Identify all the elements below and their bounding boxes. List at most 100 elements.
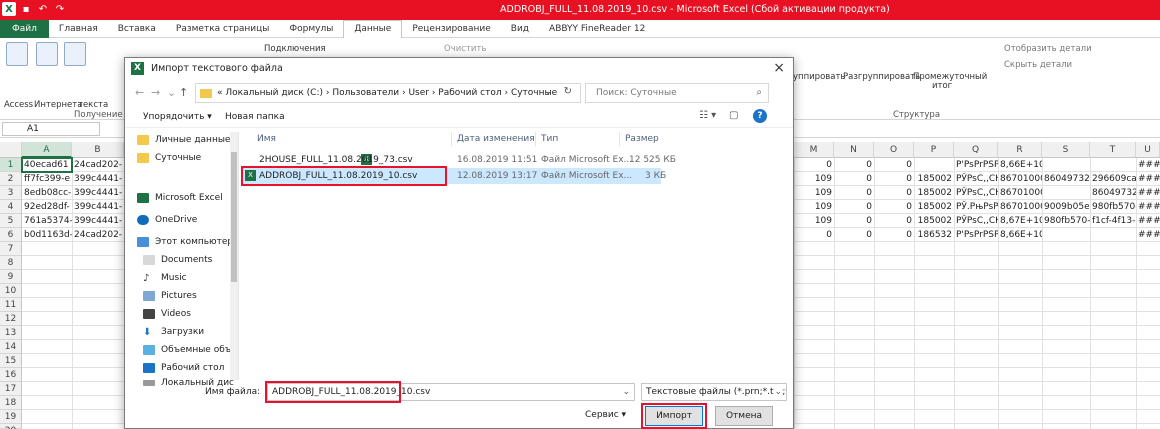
grid-cell[interactable]: 0 — [874, 172, 914, 186]
back-icon[interactable]: ← — [135, 86, 144, 99]
tools-button[interactable]: Сервис ▾ — [585, 410, 626, 420]
chevron-down-icon[interactable]: ⌄ — [544, 87, 552, 97]
grid-cell[interactable]: 980fb570- — [1042, 214, 1090, 228]
column-header-type[interactable]: Тип — [541, 134, 558, 144]
grid-cell[interactable] — [1042, 186, 1090, 200]
name-box[interactable]: A1 — [2, 122, 100, 136]
grid-cell[interactable]: 0 — [874, 158, 914, 172]
save-icon[interactable]: ▪ — [19, 2, 33, 16]
nav-item-sutochnye[interactable]: Суточные — [137, 150, 201, 166]
organize-button[interactable]: Упорядочить ▾ — [143, 112, 212, 122]
grid-cell[interactable]: 185002 — [914, 214, 954, 228]
nav-item-videos[interactable]: Videos — [143, 306, 191, 322]
text-file-icon[interactable] — [64, 42, 86, 66]
chevron-down-icon[interactable]: ⌄ — [167, 86, 176, 99]
grid-cell[interactable]: 185002 — [914, 186, 954, 200]
grid-cell[interactable]: PЎPsC,,CH — [954, 186, 998, 200]
cancel-button[interactable]: Отмена — [715, 406, 773, 426]
text-button[interactable]: текста — [78, 100, 108, 110]
column-header-a[interactable]: A — [22, 142, 72, 158]
preview-pane-icon[interactable]: ▢ — [729, 110, 738, 121]
nav-item-documents[interactable]: Documents — [143, 252, 212, 268]
row-header[interactable]: 9 — [0, 270, 22, 284]
hide-detail-button[interactable]: Скрыть детали — [1004, 60, 1072, 70]
grid-cell[interactable]: 0 — [874, 200, 914, 214]
column-header-s[interactable]: S — [1042, 142, 1090, 158]
forward-icon[interactable]: → — [151, 86, 160, 99]
tab-home[interactable]: Главная — [49, 24, 108, 34]
tab-page-layout[interactable]: Разметка страницы — [166, 24, 280, 34]
ungroup-button[interactable]: Разгруппировать — [843, 72, 920, 82]
cell-b4[interactable]: 399c4441- P — [72, 200, 124, 214]
column-header-p[interactable]: P — [914, 142, 954, 158]
access-button[interactable]: Access — [4, 100, 33, 110]
row-header[interactable]: 18 — [0, 396, 22, 410]
connections-button[interactable]: Подключения — [264, 44, 326, 54]
grid-cell[interactable]: 9009b05e- — [1042, 200, 1090, 214]
grid-cell[interactable]: 109 — [794, 214, 834, 228]
cell-b6[interactable]: 24cad202- P' — [72, 228, 124, 242]
grid-cell[interactable]: 0 — [834, 186, 874, 200]
filetype-select[interactable]: Текстовые файлы (*.prn;*.txt;* ⌄ — [641, 383, 787, 401]
column-header-b[interactable]: B — [72, 142, 124, 158]
grid-cell[interactable]: 980fb570- — [1090, 200, 1136, 214]
new-folder-button[interactable]: Новая папка — [225, 112, 285, 122]
chevron-down-icon[interactable]: ⌄ — [622, 384, 630, 400]
grid-cell[interactable]: 109 — [794, 172, 834, 186]
nav-item-desktop[interactable]: Рабочий стол — [143, 360, 224, 376]
column-header-size[interactable]: Размер — [625, 134, 659, 144]
tab-formulas[interactable]: Формулы — [279, 24, 343, 34]
help-icon[interactable]: ? — [753, 109, 767, 123]
cell-b1[interactable]: 24cad202- P' — [72, 158, 124, 172]
view-options-icon[interactable]: ☷ ▾ — [699, 110, 716, 121]
grid-cell[interactable]: 109 — [794, 186, 834, 200]
grid-cell[interactable]: 109 — [794, 200, 834, 214]
column-header-t[interactable]: T — [1090, 142, 1136, 158]
nav-item-3d-objects[interactable]: Объемные объ — [143, 342, 231, 358]
nav-item-this-pc[interactable]: Этот компьютер — [137, 234, 233, 250]
grid-cell[interactable]: 86049732- — [1042, 172, 1090, 186]
grid-cell[interactable]: 0 — [834, 214, 874, 228]
cell-a4[interactable]: 92ed28df- — [22, 200, 72, 214]
grid-cell[interactable] — [1042, 158, 1090, 172]
cell-a5[interactable]: 761a5374- — [22, 214, 72, 228]
grid-cell[interactable]: ##### — [1136, 186, 1160, 200]
grid-cell[interactable]: 0 — [834, 200, 874, 214]
row-header[interactable]: 13 — [0, 326, 22, 340]
grid-cell[interactable]: 0 — [874, 214, 914, 228]
grid-cell[interactable] — [1090, 228, 1136, 242]
internet-button[interactable]: Интернета — [34, 100, 82, 110]
grid-cell[interactable]: ##### — [1136, 200, 1160, 214]
column-header-date[interactable]: Дата изменения — [457, 134, 535, 144]
row-header[interactable]: 4 — [0, 200, 22, 214]
group-button[interactable]: уппировать — [793, 72, 845, 82]
column-header-m[interactable]: M — [794, 142, 834, 158]
grid-cell[interactable]: P'PsPrPSP — [954, 158, 998, 172]
select-all-corner[interactable] — [0, 142, 22, 158]
row-header[interactable]: 8 — [0, 256, 22, 270]
column-header-o[interactable]: O — [874, 142, 914, 158]
grid-cell[interactable]: PЎ.PњPsP — [954, 200, 998, 214]
redo-icon[interactable]: ↷ — [53, 2, 67, 16]
column-header-q[interactable]: Q — [954, 142, 998, 158]
nav-item-downloads[interactable]: ⬇ Загрузки — [143, 324, 204, 340]
grid-cell[interactable] — [1042, 228, 1090, 242]
grid-cell[interactable]: 296609ca- — [1090, 172, 1136, 186]
row-header[interactable]: 10 — [0, 284, 22, 298]
row-header[interactable]: 2 — [0, 172, 22, 186]
refresh-icon[interactable]: ↻ — [564, 86, 572, 97]
row-header[interactable]: 6 — [0, 228, 22, 242]
column-header-n[interactable]: N — [834, 142, 874, 158]
row-header[interactable]: 16 — [0, 368, 22, 382]
grid-cell[interactable]: ##### — [1136, 172, 1160, 186]
show-detail-button[interactable]: Отобразить детали — [1004, 44, 1092, 54]
grid-cell[interactable] — [1090, 158, 1136, 172]
column-header-r[interactable]: R — [998, 142, 1042, 158]
cell-b2[interactable]: 399c4441- P — [72, 172, 124, 186]
grid-cell[interactable]: ##### — [1136, 228, 1160, 242]
nav-item-music[interactable]: ♪ Music — [143, 270, 187, 286]
chevron-down-icon[interactable]: ⌄ — [774, 384, 782, 400]
tab-file[interactable]: Файл — [0, 19, 49, 38]
web-icon[interactable] — [36, 42, 58, 66]
cell-a6[interactable]: b0d1163d- — [22, 228, 72, 242]
